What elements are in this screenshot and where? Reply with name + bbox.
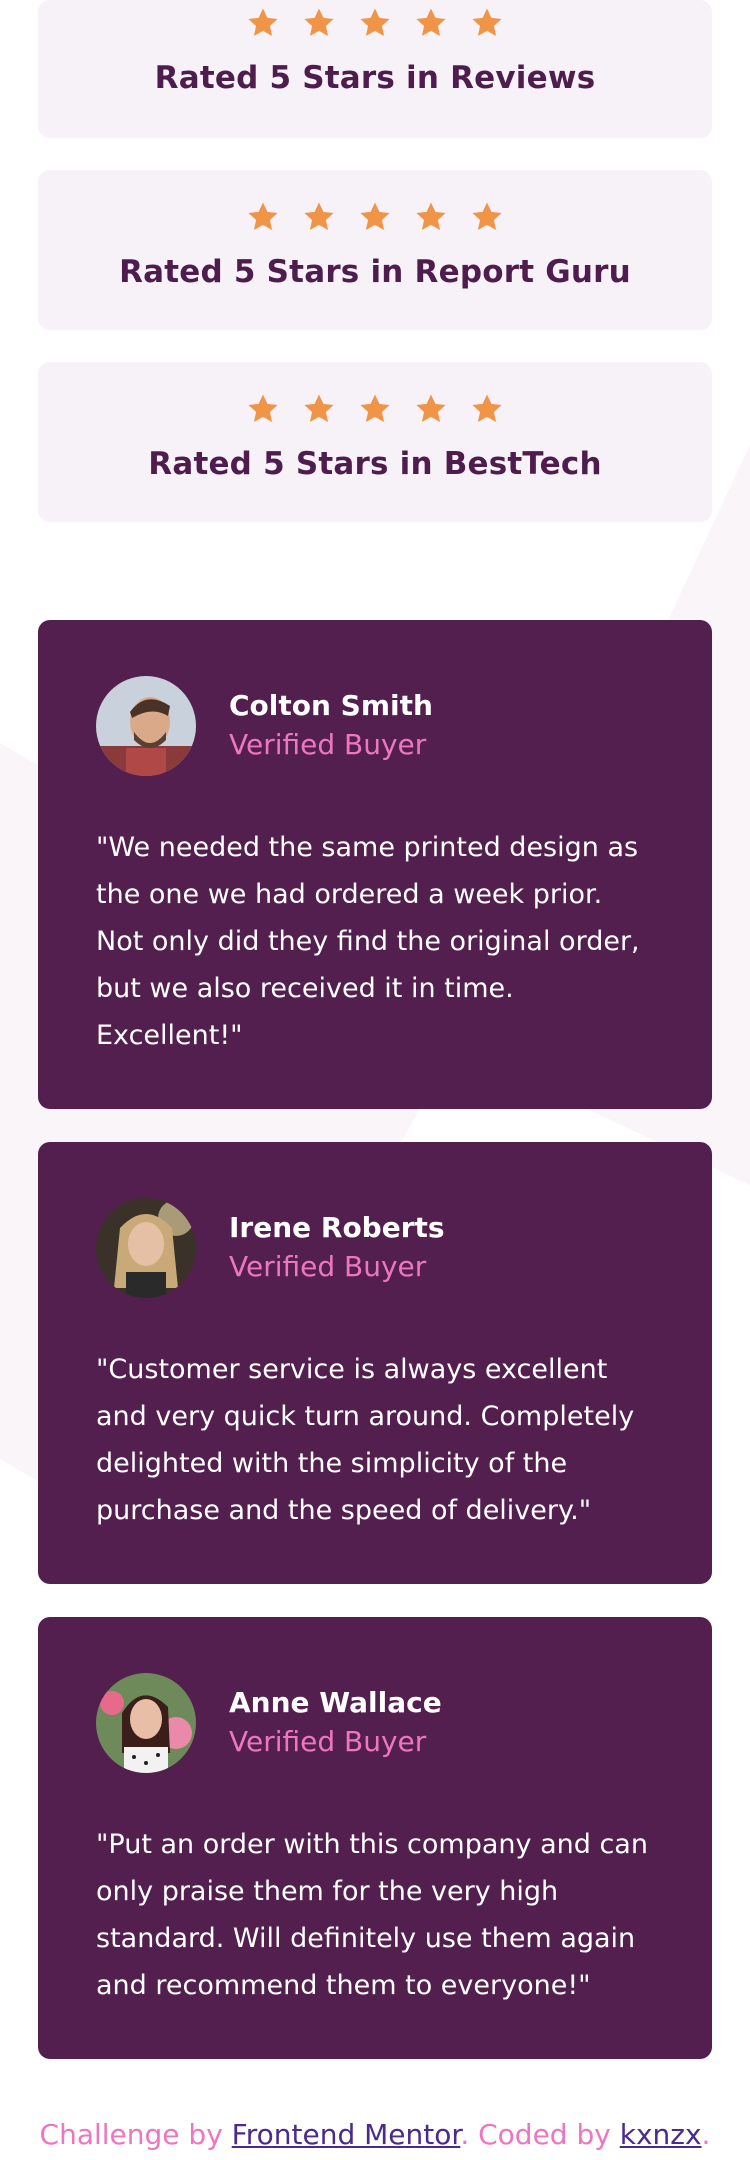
testimonial-card-irene: Irene Roberts Verified Buyer "Customer s… [38,1142,712,1584]
star-icon [414,392,448,426]
frontend-mentor-link[interactable]: Frontend Mentor [232,2118,461,2151]
reviewer-name: Irene Roberts [229,1211,445,1244]
testimonial-header: Irene Roberts Verified Buyer [96,1198,654,1298]
attribution-prefix: Challenge by [39,2118,232,2151]
star-icon [246,200,280,234]
star-icon [246,6,280,40]
testimonial-meta: Colton Smith Verified Buyer [229,687,433,765]
author-link[interactable]: kxnzx [620,2118,702,2151]
testimonial-quote: "We needed the same printed design as th… [96,832,640,1051]
reviewer-role: Verified Buyer [229,728,427,761]
attribution-middle: . Coded by [460,2118,620,2151]
testimonial-meta: Anne Wallace Verified Buyer [229,1684,442,1762]
star-icon [302,200,336,234]
reviewer-role: Verified Buyer [229,1725,427,1758]
star-icon [414,6,448,40]
testimonial-card-colton: Colton Smith Verified Buyer "We needed t… [38,620,712,1109]
testimonial-quote: "Customer service is always excellent an… [96,1354,635,1526]
avatar [96,1198,196,1298]
star-row [38,170,712,240]
star-icon [246,392,280,426]
testimonial-meta: Irene Roberts Verified Buyer [229,1209,445,1287]
rating-card-besttech: Rated 5 Stars in BestTech [38,362,712,522]
avatar [96,676,196,776]
rating-title: Rated 5 Stars in Reviews [154,60,596,96]
star-icon [302,392,336,426]
rating-title: Rated 5 Stars in BestTech [148,446,602,482]
attribution-footer: Challenge by Frontend Mentor. Coded by k… [0,2118,750,2151]
star-icon [470,392,504,426]
testimonial-quote: "Put an order with this company and can … [96,1829,648,2001]
star-icon [470,200,504,234]
rating-card-report-guru: Rated 5 Stars in Report Guru [38,170,712,330]
testimonial-card-anne: Anne Wallace Verified Buyer "Put an orde… [38,1617,712,2059]
star-icon [414,200,448,234]
star-row [38,0,712,46]
reviewer-role: Verified Buyer [229,1250,427,1283]
star-icon [358,6,392,40]
reviewer-name: Anne Wallace [229,1686,442,1719]
star-icon [302,6,336,40]
rating-title: Rated 5 Stars in Report Guru [119,254,631,290]
rating-card-reviews: Rated 5 Stars in Reviews [38,0,712,138]
testimonial-header: Anne Wallace Verified Buyer [96,1673,654,1773]
testimonials-section: Colton Smith Verified Buyer "We needed t… [38,620,712,2092]
star-icon [470,6,504,40]
reviewer-name: Colton Smith [229,689,433,722]
ratings-section: Rated 5 Stars in Reviews Rated 5 Stars i… [38,0,712,554]
star-icon [358,200,392,234]
testimonial-header: Colton Smith Verified Buyer [96,676,654,776]
star-icon [358,392,392,426]
attribution-suffix: . [701,2118,711,2151]
star-row [38,362,712,432]
avatar [96,1673,196,1773]
